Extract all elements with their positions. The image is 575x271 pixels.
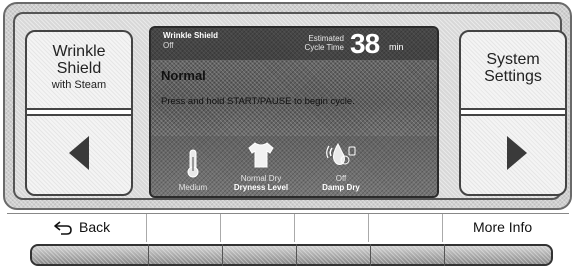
damp-dry-label: Damp Dry [322,183,360,192]
damp-dry-icon [326,142,356,165]
estimated-cycle-time-label: Estimated Cycle Time [292,34,344,52]
shirt-icon [248,142,274,168]
start-instruction: Press and hold START/PAUSE to begin cycl… [161,96,355,107]
bar-divider [296,244,297,266]
bar-divider [222,244,223,266]
wrinkle-shield-status-value: Off [163,41,174,50]
thermometer-icon [187,149,199,178]
wrinkle-shield-status-title: Wrinkle Shield [163,31,218,40]
dryness-level-value: Normal Dry [240,174,282,183]
wrinkle-shield-button[interactable]: Wrinkle Shield with Steam [25,30,133,196]
dryness-level-option[interactable]: Normal Dry Dryness Level [221,140,301,192]
damp-dry-option[interactable]: Off Damp Dry [301,140,381,192]
dryness-level-label: Dryness Level [233,183,289,192]
estimated-label-line1: Estimated [308,34,344,43]
back-button[interactable]: Back [7,214,147,242]
left-panel-divider [27,108,131,116]
bottom-button-row: Back More Info [7,213,569,242]
wrinkle-shield-label: Wrinkle Shield with Steam [27,43,131,91]
wrinkle-shield-label-line3: with Steam [51,78,107,91]
bar-divider [148,244,149,266]
cycle-name: Normal [161,68,206,83]
bar-divider [370,244,371,266]
back-label: Back [79,219,111,235]
damp-dry-value: Off [335,174,347,183]
blank-button-3[interactable] [295,214,369,242]
wrinkle-shield-label-line2: Shield [56,59,102,77]
estimated-label-line2: Cycle Time [304,43,344,53]
blank-button-2[interactable] [221,214,295,242]
system-settings-label-line1: System [486,51,540,68]
more-info-button[interactable]: More Info [443,214,569,242]
blank-button-4[interactable] [369,214,443,242]
more-info-label: More Info [473,219,533,235]
wrinkle-shield-label-line1: Wrinkle [52,43,106,60]
cycle-time-unit: min [389,42,404,52]
bottom-touch-bar[interactable] [30,244,553,266]
back-arrow-icon [54,221,72,235]
right-arrow-icon[interactable] [507,136,527,170]
system-settings-label: System Settings [461,51,565,86]
blank-button-1[interactable] [147,214,221,242]
left-arrow-icon[interactable] [69,136,89,170]
right-panel-divider [461,108,565,116]
bar-divider [444,244,445,266]
cycle-display: Wrinkle Shield Off Estimated Cycle Time … [149,26,439,198]
system-settings-button[interactable]: System Settings [459,30,567,196]
cycle-time-value: 38 [350,28,380,59]
system-settings-label-line2: Settings [484,67,542,85]
